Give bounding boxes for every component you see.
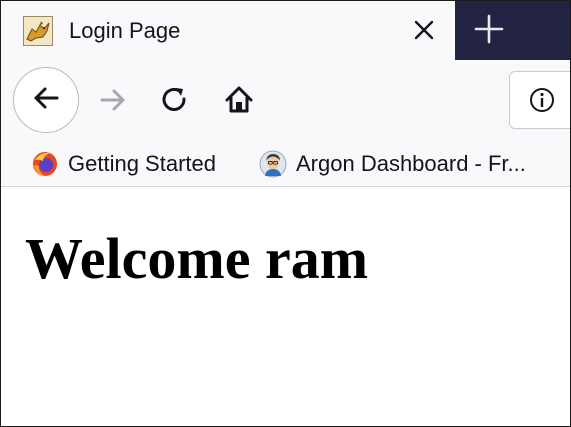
bookmark-label: Getting Started [68,151,216,176]
reload-icon [160,85,190,120]
bookmark-getting-started[interactable]: Getting Started [31,148,216,180]
close-icon[interactable] [407,13,441,47]
bookmarks-bar: Getting Started Argon Dashboard - Fr... [1,142,570,187]
tab-title: Login Page [69,18,181,43]
browser-window: Login Page Getting Started Argon Dashboa… [0,0,571,427]
arrow-left-icon [30,82,62,119]
bookmark-argon-dashboard[interactable]: Argon Dashboard - Fr... [259,148,526,180]
home-button[interactable] [219,82,259,122]
firefox-icon [31,150,59,178]
page-content: Welcome ram [1,187,570,426]
tomcat-favicon-icon [23,16,53,46]
url-bar[interactable] [509,71,570,129]
back-button[interactable] [13,67,79,133]
bookmark-label: Argon Dashboard - Fr... [296,151,526,176]
info-icon[interactable] [528,86,556,114]
arrow-right-icon [97,84,129,121]
page-title: Welcome ram [25,226,369,291]
avatar-icon [259,150,287,178]
nav-toolbar [1,60,570,142]
tab-strip: Login Page [1,1,570,60]
reload-button[interactable] [155,82,195,122]
forward-button[interactable] [93,82,133,122]
plus-icon[interactable] [467,7,511,51]
tab-login-page[interactable]: Login Page [1,1,455,60]
home-icon [223,84,255,121]
